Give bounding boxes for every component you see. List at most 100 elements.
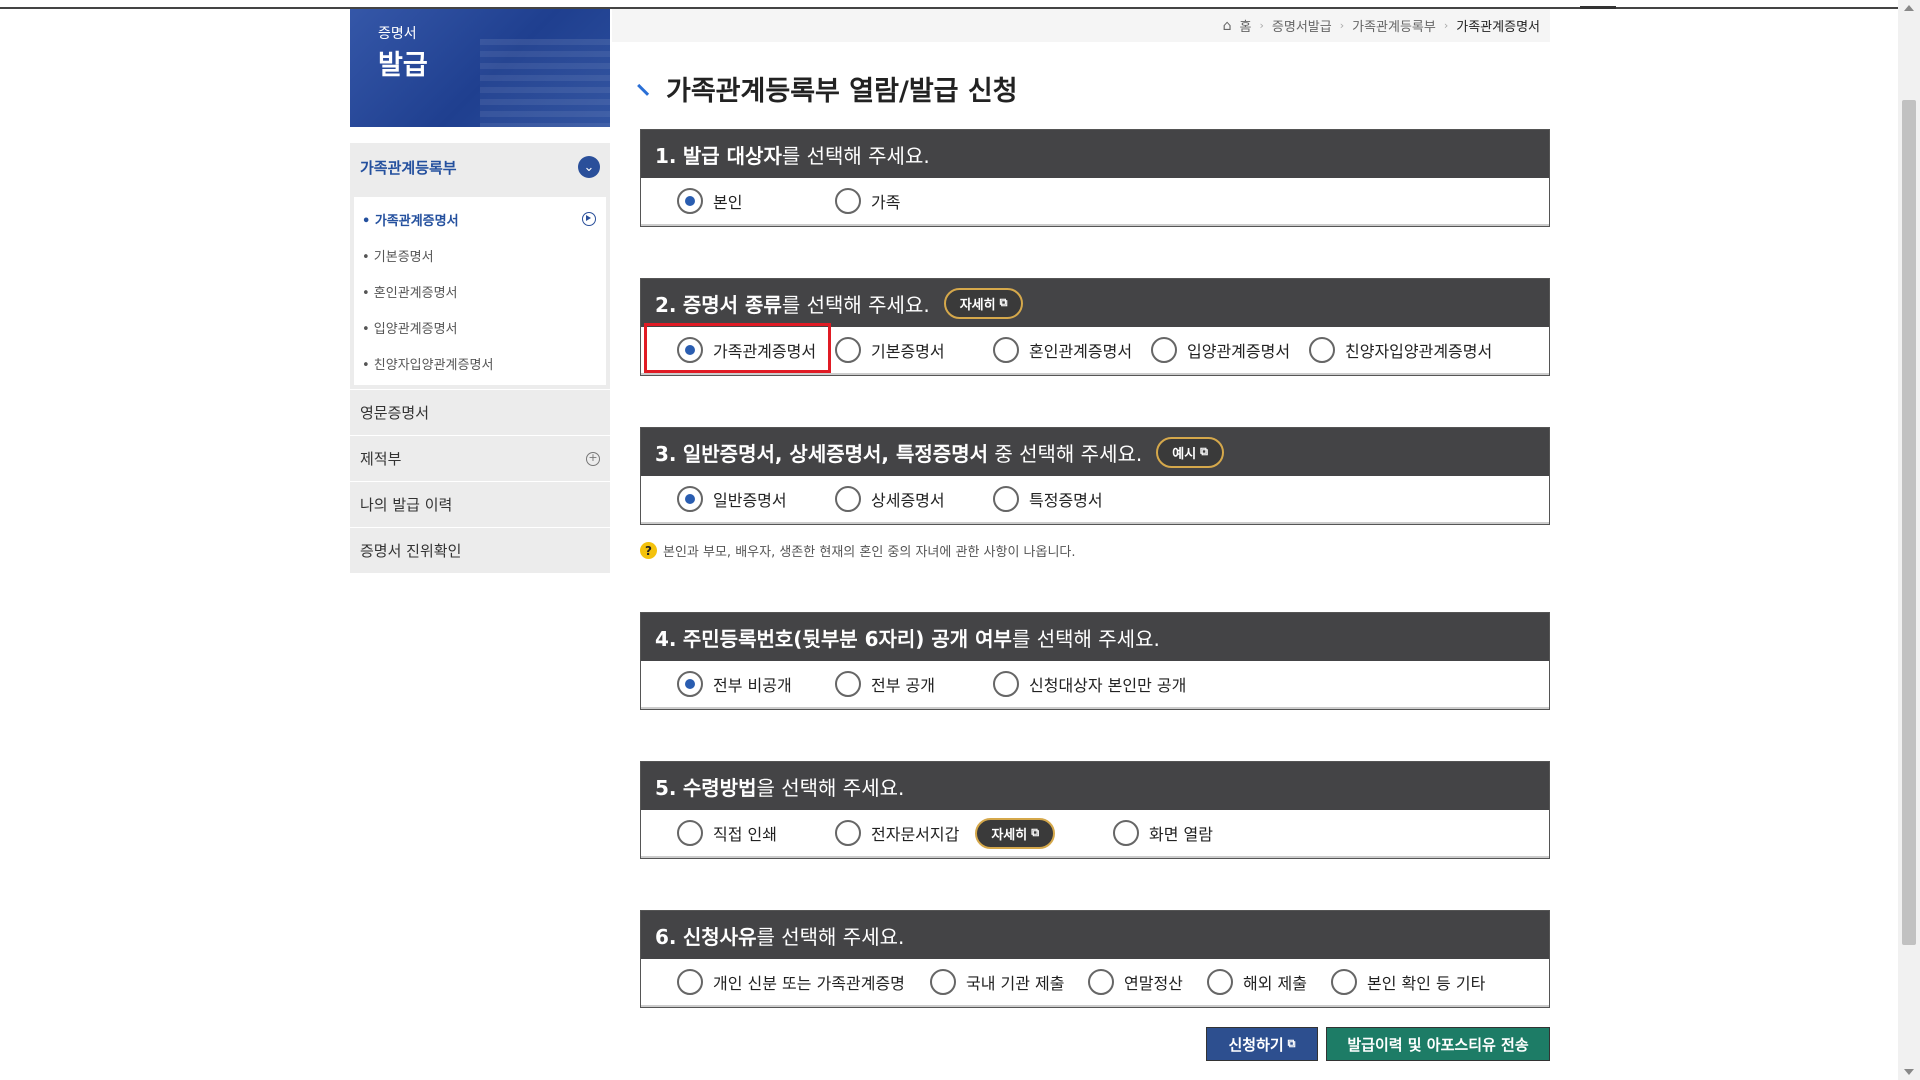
radio-unchecked[interactable] bbox=[835, 820, 861, 846]
radio-unchecked[interactable] bbox=[1113, 820, 1139, 846]
radio-option-family-cert[interactable]: 가족관계증명서 bbox=[677, 337, 835, 363]
info-note: ? 본인과 부모, 배우자, 생존한 현재의 혼인 중의 자녀에 관한 사항이 … bbox=[640, 541, 1076, 560]
radio-option-detailed[interactable]: 상세증명서 bbox=[835, 486, 993, 512]
section-header: 1. 발급 대상자를 선택해 주세요. bbox=[641, 130, 1549, 178]
radio-unchecked[interactable] bbox=[835, 671, 861, 697]
radio-unchecked[interactable] bbox=[993, 337, 1019, 363]
radio-option-all-hidden[interactable]: 전부 비공개 bbox=[677, 671, 835, 697]
sidebar-group-family-register[interactable]: 가족관계등록부 ⌄ bbox=[350, 143, 610, 191]
scrollbar-thumb[interactable] bbox=[1902, 100, 1916, 945]
radio-option-domestic[interactable]: 국내 기관 제출 bbox=[930, 969, 1088, 995]
radio-label: 가족관계증명서 bbox=[713, 342, 817, 361]
sidebar-subitem-adoption-cert[interactable]: • 입양관계증명서 bbox=[354, 309, 606, 345]
radio-unchecked[interactable] bbox=[677, 969, 703, 995]
radio-checked[interactable] bbox=[677, 188, 703, 214]
details-button[interactable]: 자세히 ⧉ bbox=[943, 287, 1024, 319]
radio-label: 화면 열람 bbox=[1149, 825, 1213, 844]
sidebar-item-my-history[interactable]: 나의 발급 이력 bbox=[350, 481, 610, 527]
sidebar-subitem-label: • 기본증명서 bbox=[362, 249, 434, 265]
radio-option-basic-cert[interactable]: 기본증명서 bbox=[835, 337, 993, 363]
radio-label: 개인 신분 또는 가족관계증명 bbox=[713, 974, 905, 993]
radio-option-specific[interactable]: 특정증명서 bbox=[993, 486, 1103, 512]
title-mark-icon bbox=[637, 75, 657, 96]
sidebar-subitem-full-adoption-cert[interactable]: • 친양자입양관계증명서 bbox=[354, 345, 606, 381]
breadcrumb-register[interactable]: 가족관계등록부 bbox=[1352, 16, 1436, 35]
send-history-apostille-button[interactable]: 발급이력 및 아포스티유 전송 bbox=[1326, 1027, 1550, 1061]
radio-option-general[interactable]: 일반증명서 bbox=[677, 486, 835, 512]
breadcrumb-home[interactable]: 홈 bbox=[1240, 16, 1252, 35]
section-options: 본인 가족 bbox=[641, 178, 1549, 226]
radio-unchecked[interactable] bbox=[1088, 969, 1114, 995]
radio-unchecked[interactable] bbox=[677, 820, 703, 846]
radio-option-marriage-cert[interactable]: 혼인관계증명서 bbox=[993, 337, 1151, 363]
radio-unchecked[interactable] bbox=[835, 486, 861, 512]
chevron-right-icon: › bbox=[1443, 19, 1449, 32]
radio-label: 가족 bbox=[871, 193, 901, 212]
radio-option-full-adoption-cert[interactable]: 친양자입양관계증명서 bbox=[1309, 337, 1492, 363]
radio-option-adoption-cert[interactable]: 입양관계증명서 bbox=[1151, 337, 1309, 363]
page-title-text: 가족관계등록부 열람/발급 신청 bbox=[666, 76, 1018, 107]
radio-option-self[interactable]: 본인 bbox=[677, 188, 835, 214]
details-button-label: 자세히 bbox=[991, 827, 1028, 843]
sidebar-subitem-label: • 친양자입양관계증명서 bbox=[362, 357, 494, 373]
radio-option-identity[interactable]: 개인 신분 또는 가족관계증명 bbox=[677, 969, 930, 995]
sidebar-group-label: 가족관계등록부 bbox=[360, 158, 457, 177]
radio-label: 전부 비공개 bbox=[713, 676, 792, 695]
sidebar-subitem-label: • 가족관계증명서 bbox=[362, 213, 459, 229]
apply-button[interactable]: 신청하기 ⧉ bbox=[1206, 1027, 1318, 1061]
breadcrumb-issue[interactable]: 증명서발급 bbox=[1272, 16, 1332, 35]
radio-unchecked[interactable] bbox=[1207, 969, 1233, 995]
section-bold: 주민등록번호(뒷부분 6자리) 공개 여부 bbox=[682, 626, 1012, 651]
radio-unchecked[interactable] bbox=[1331, 969, 1357, 995]
scroll-down-arrow-icon[interactable] bbox=[1904, 1069, 1914, 1075]
radio-unchecked[interactable] bbox=[835, 337, 861, 363]
section-options: 전부 비공개 전부 공개 신청대상자 본인만 공개 bbox=[641, 661, 1549, 709]
section-header: 2. 증명서 종류를 선택해 주세요. 자세히 ⧉ bbox=[641, 279, 1549, 327]
sidebar-item-verify[interactable]: 증명서 진위확인 bbox=[350, 527, 610, 573]
info-note-text: 본인과 부모, 배우자, 생존한 현재의 혼인 중의 자녀에 관한 사항이 나옵… bbox=[663, 545, 1076, 560]
radio-option-all-public[interactable]: 전부 공개 bbox=[835, 671, 993, 697]
section-rest: 를 선택해 주세요. bbox=[781, 143, 930, 168]
sidebar-subitem-marriage-cert[interactable]: • 혼인관계증명서 bbox=[354, 273, 606, 309]
vertical-scrollbar[interactable] bbox=[1898, 0, 1920, 1080]
radio-option-e-wallet[interactable]: 전자문서지갑 자세히 ⧉ bbox=[835, 817, 1113, 849]
radio-unchecked[interactable] bbox=[930, 969, 956, 995]
radio-unchecked[interactable] bbox=[993, 671, 1019, 697]
section-num: 3. bbox=[655, 441, 677, 466]
radio-option-tax[interactable]: 연말정산 bbox=[1088, 969, 1207, 995]
sidebar-subitem-family-cert[interactable]: • 가족관계증명서 bbox=[354, 201, 606, 237]
radio-checked[interactable] bbox=[677, 671, 703, 697]
radio-checked[interactable] bbox=[677, 337, 703, 363]
plus-circle-icon: + bbox=[586, 451, 600, 466]
scroll-up-arrow-icon[interactable] bbox=[1904, 5, 1914, 11]
sidebar-item-removed-register[interactable]: 제적부 + bbox=[350, 435, 610, 481]
section-bold: 수령방법 bbox=[682, 775, 757, 800]
radio-option-family[interactable]: 가족 bbox=[835, 188, 900, 214]
sidebar-item-english-cert[interactable]: 영문증명서 bbox=[350, 389, 610, 435]
radio-unchecked[interactable] bbox=[835, 188, 861, 214]
radio-checked[interactable] bbox=[677, 486, 703, 512]
radio-unchecked[interactable] bbox=[993, 486, 1019, 512]
external-link-icon: ⧉ bbox=[999, 296, 1008, 309]
radio-option-other[interactable]: 본인 확인 등 기타 bbox=[1331, 969, 1485, 995]
section-header: 4. 주민등록번호(뒷부분 6자리) 공개 여부를 선택해 주세요. bbox=[641, 613, 1549, 661]
chevron-down-icon[interactable]: ⌄ bbox=[578, 156, 600, 178]
banner-title: 발급 bbox=[378, 50, 428, 81]
section-num: 4. bbox=[655, 626, 677, 651]
section-options: 개인 신분 또는 가족관계증명 국내 기관 제출 연말정산 해외 제출 본인 확… bbox=[641, 959, 1549, 1007]
details-button[interactable]: 자세히 ⧉ bbox=[975, 817, 1056, 849]
radio-option-screen-view[interactable]: 화면 열람 bbox=[1113, 820, 1213, 846]
radio-option-overseas[interactable]: 해외 제출 bbox=[1207, 969, 1331, 995]
radio-unchecked[interactable] bbox=[1309, 337, 1335, 363]
home-icon[interactable]: ⌂ bbox=[1223, 18, 1232, 34]
section-receive-method: 5. 수령방법을 선택해 주세요. 직접 인쇄 전자문서지갑 자세히 ⧉ 화면 열람 bbox=[640, 761, 1550, 859]
radio-unchecked[interactable] bbox=[1151, 337, 1177, 363]
sidebar-subitem-basic-cert[interactable]: • 기본증명서 bbox=[354, 237, 606, 273]
radio-option-print[interactable]: 직접 인쇄 bbox=[677, 820, 835, 846]
details-button-label: 자세히 bbox=[959, 297, 996, 313]
section-resident-number: 4. 주민등록번호(뒷부분 6자리) 공개 여부를 선택해 주세요. 전부 비공… bbox=[640, 612, 1550, 710]
section-options: 직접 인쇄 전자문서지갑 자세히 ⧉ 화면 열람 bbox=[641, 810, 1549, 858]
radio-option-self-only[interactable]: 신청대상자 본인만 공개 bbox=[993, 671, 1186, 697]
example-button[interactable]: 예시 ⧉ bbox=[1156, 436, 1225, 468]
radio-label: 해외 제출 bbox=[1243, 974, 1307, 993]
